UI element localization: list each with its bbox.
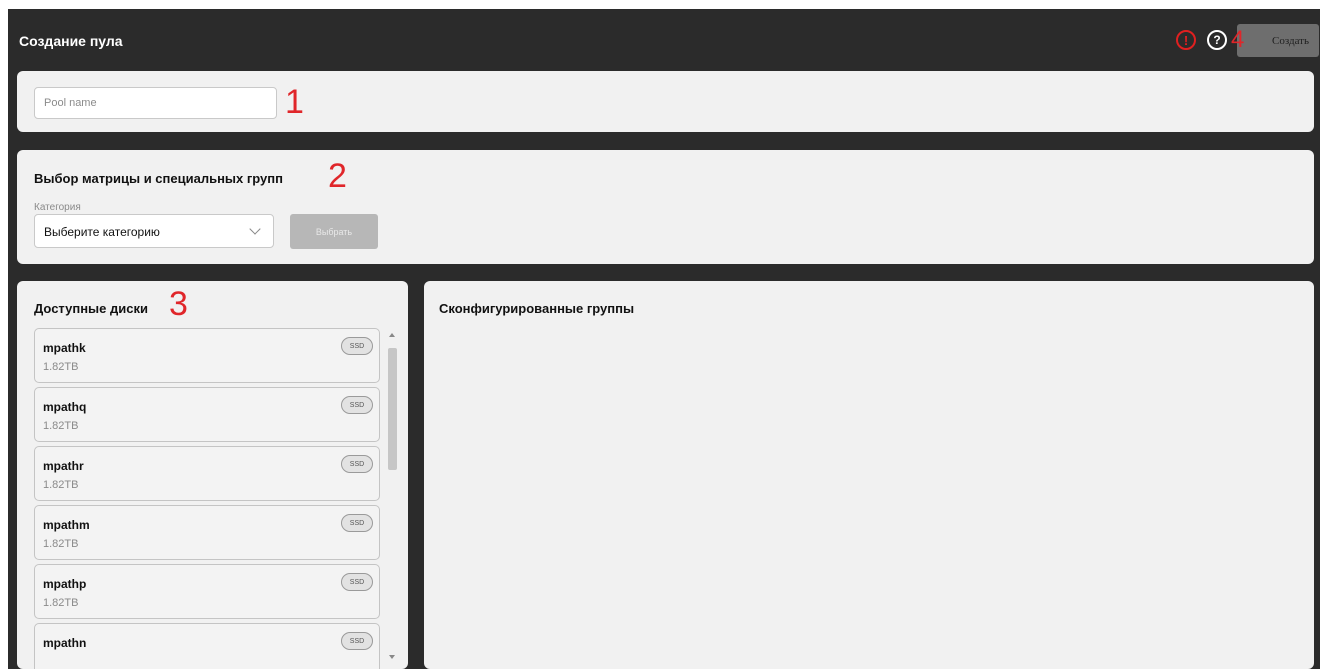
disk-name: mpathp — [43, 577, 87, 591]
page-title: Создание пула — [19, 33, 123, 49]
groups-section-title: Сконфигурированные группы — [439, 301, 635, 316]
disk-size: 1.82TB — [43, 538, 79, 550]
disk-list: mpathk 1.82TB SSD mpathq 1.82TB SSD mpat… — [34, 328, 380, 669]
disk-name: mpathq — [43, 400, 87, 414]
matrix-section-title: Выбор матрицы и специальных групп — [34, 171, 283, 186]
disk-item-mpathm[interactable]: mpathm 1.82TB SSD — [34, 505, 380, 560]
scroll-thumb[interactable] — [388, 348, 397, 470]
disk-name: mpathn — [43, 636, 87, 650]
pool-name-input[interactable] — [34, 87, 277, 119]
alert-icon[interactable]: ! — [1176, 30, 1196, 50]
disk-name: mpathk — [43, 341, 86, 355]
disk-item-mpathp[interactable]: mpathp 1.82TB SSD — [34, 564, 380, 619]
disk-size: 1.82TB — [43, 361, 79, 373]
disk-list-scrollbar[interactable] — [387, 333, 399, 663]
disk-name: mpathr — [43, 459, 84, 473]
app-window: Создание пула ! ? Создать 4 1 Выбор матр… — [8, 9, 1320, 669]
available-disks-card: Доступные диски 3 mpathk 1.82TB SSD mpat… — [17, 281, 408, 669]
create-button[interactable]: Создать — [1237, 24, 1319, 57]
disk-type-badge: SSD — [341, 337, 373, 355]
disks-section-title: Доступные диски — [34, 301, 148, 316]
annotation-marker-2: 2 — [328, 157, 347, 195]
category-select-value: Выберите категорию — [44, 225, 160, 239]
disk-type-badge: SSD — [341, 632, 373, 650]
help-icon[interactable]: ? — [1207, 30, 1227, 50]
disk-size: 1.82TB — [43, 479, 79, 491]
disk-type-badge: SSD — [341, 396, 373, 414]
annotation-marker-4: 4 — [1231, 26, 1245, 53]
disk-item-mpathn[interactable]: mpathn SSD — [34, 623, 380, 669]
matrix-selection-card: Выбор матрицы и специальных групп 2 Кате… — [17, 150, 1314, 264]
configured-groups-card: Сконфигурированные группы — [424, 281, 1314, 669]
disk-type-badge: SSD — [341, 455, 373, 473]
category-label: Категория — [34, 202, 81, 213]
disk-item-mpathk[interactable]: mpathk 1.82TB SSD — [34, 328, 380, 383]
disk-item-mpathq[interactable]: mpathq 1.82TB SSD — [34, 387, 380, 442]
disk-item-mpathr[interactable]: mpathr 1.82TB SSD — [34, 446, 380, 501]
scroll-down-icon[interactable] — [389, 655, 395, 659]
disk-name: mpathm — [43, 518, 90, 532]
annotation-marker-3: 3 — [169, 285, 188, 323]
disk-size: 1.82TB — [43, 597, 79, 609]
header-bar: Создание пула ! ? Создать 4 — [8, 9, 1320, 67]
annotation-marker-1: 1 — [285, 83, 304, 121]
disk-type-badge: SSD — [341, 573, 373, 591]
pool-name-card: 1 — [17, 71, 1314, 132]
chevron-down-icon — [249, 223, 261, 235]
disk-type-badge: SSD — [341, 514, 373, 532]
category-select[interactable]: Выберите категорию — [34, 214, 274, 248]
choose-button[interactable]: Выбрать — [290, 214, 378, 249]
disk-size: 1.82TB — [43, 420, 79, 432]
scroll-up-icon[interactable] — [389, 333, 395, 337]
